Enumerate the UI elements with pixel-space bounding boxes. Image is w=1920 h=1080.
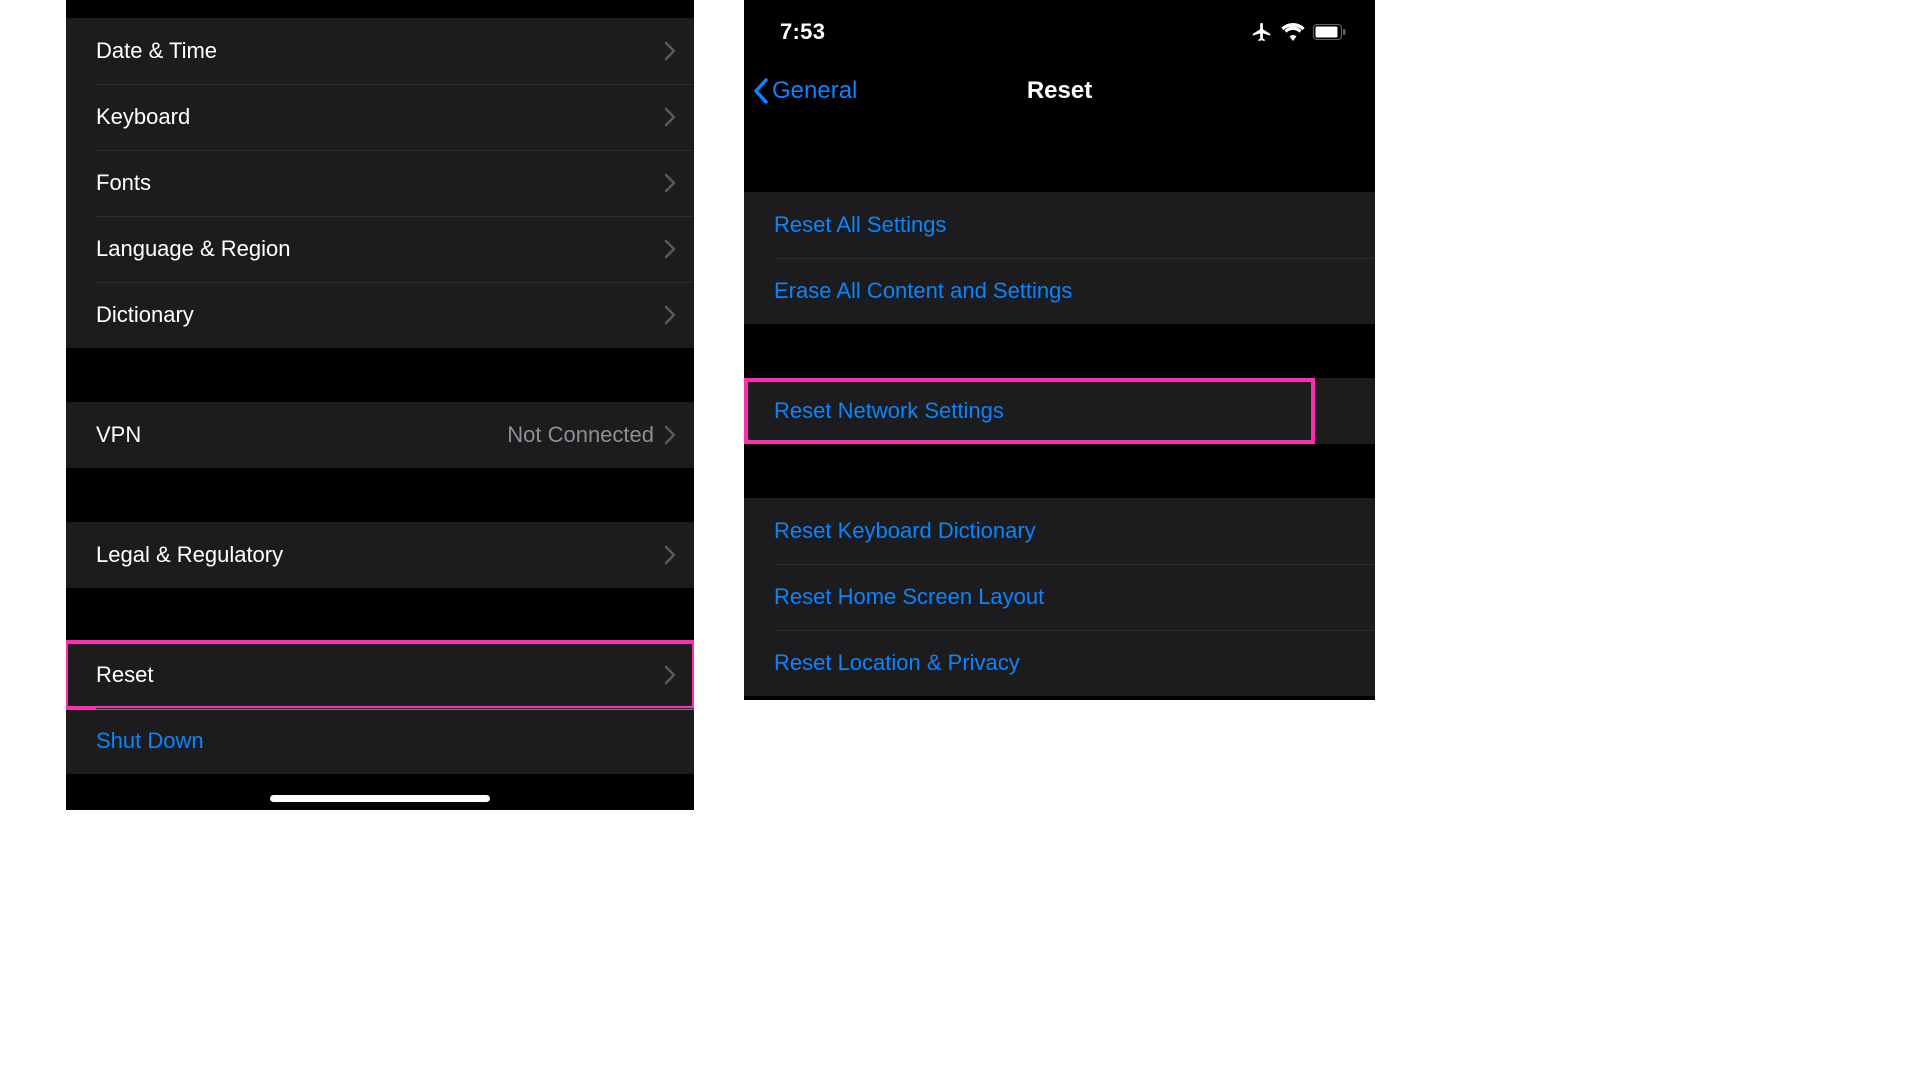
- row-label: Reset Location & Privacy: [774, 650, 1020, 676]
- chevron-right-icon: [664, 545, 676, 565]
- chevron-left-icon: [752, 77, 770, 105]
- phone-reset-settings: 7:53 General Reset Reset All Settings Er…: [744, 0, 1375, 700]
- row-label: Reset Network Settings: [774, 398, 1004, 424]
- chevron-right-icon: [664, 107, 676, 127]
- fonts-row[interactable]: Fonts: [66, 150, 694, 216]
- reset-top-section: Reset All Settings Erase All Content and…: [744, 192, 1375, 325]
- chevron-right-icon: [664, 665, 676, 685]
- row-label: Shut Down: [96, 728, 204, 754]
- reset-all-settings-row[interactable]: Reset All Settings: [744, 192, 1375, 258]
- date-time-row[interactable]: Date & Time: [66, 18, 694, 84]
- battery-icon: [1313, 24, 1347, 40]
- page-title: Reset: [1027, 77, 1092, 105]
- top-padding: [66, 0, 694, 18]
- reset-network-section: Reset Network Settings: [744, 378, 1375, 445]
- row-label: Date & Time: [96, 38, 217, 64]
- wifi-icon: [1281, 23, 1305, 41]
- reset-keyboard-dictionary-row[interactable]: Reset Keyboard Dictionary: [744, 498, 1375, 564]
- back-label: General: [772, 77, 857, 105]
- phone-general-settings: Date & Time Keyboard Fonts Language & Re…: [66, 0, 694, 810]
- shutdown-row[interactable]: Shut Down: [66, 708, 694, 774]
- reset-location-privacy-row[interactable]: Reset Location & Privacy: [744, 630, 1375, 696]
- reset-row[interactable]: Reset: [66, 642, 694, 708]
- dictionary-row[interactable]: Dictionary: [66, 282, 694, 348]
- row-label: Legal & Regulatory: [96, 542, 283, 568]
- reset-shutdown-section: Reset Shut Down: [66, 642, 694, 775]
- airplane-mode-icon: [1251, 21, 1273, 43]
- row-label: Reset: [96, 662, 153, 688]
- chevron-right-icon: [664, 239, 676, 259]
- chevron-right-icon: [664, 425, 676, 445]
- language-region-row[interactable]: Language & Region: [66, 216, 694, 282]
- section-gap: [744, 325, 1375, 378]
- back-button[interactable]: General: [752, 77, 857, 105]
- section-gap: [744, 130, 1375, 192]
- row-label: Dictionary: [96, 302, 194, 328]
- reset-bottom-section: Reset Keyboard Dictionary Reset Home Scr…: [744, 498, 1375, 697]
- section-gap: [66, 589, 694, 642]
- reset-network-settings-row[interactable]: Reset Network Settings: [744, 378, 1315, 444]
- vpn-row[interactable]: VPN Not Connected: [66, 402, 694, 468]
- vpn-status-value: Not Connected: [507, 422, 654, 448]
- row-label: Erase All Content and Settings: [774, 278, 1072, 304]
- status-icons: [1251, 21, 1347, 43]
- nav-bar: General Reset: [744, 58, 1375, 130]
- row-label: Reset Keyboard Dictionary: [774, 518, 1036, 544]
- reset-home-screen-row[interactable]: Reset Home Screen Layout: [744, 564, 1375, 630]
- row-label: Reset All Settings: [774, 212, 946, 238]
- keyboard-row[interactable]: Keyboard: [66, 84, 694, 150]
- status-time: 7:53: [780, 19, 825, 45]
- vpn-section: VPN Not Connected: [66, 402, 694, 469]
- chevron-right-icon: [664, 41, 676, 61]
- row-label: Fonts: [96, 170, 151, 196]
- row-label: Reset Home Screen Layout: [774, 584, 1044, 610]
- legal-section: Legal & Regulatory: [66, 522, 694, 589]
- status-bar: 7:53: [744, 0, 1375, 58]
- general-section: Date & Time Keyboard Fonts Language & Re…: [66, 18, 694, 349]
- row-label: Language & Region: [96, 236, 291, 262]
- legal-regulatory-row[interactable]: Legal & Regulatory: [66, 522, 694, 588]
- home-indicator[interactable]: [270, 795, 490, 802]
- chevron-right-icon: [664, 173, 676, 193]
- section-gap: [66, 469, 694, 522]
- section-gap: [66, 349, 694, 402]
- chevron-right-icon: [664, 305, 676, 325]
- section-gap: [744, 445, 1375, 498]
- erase-all-content-row[interactable]: Erase All Content and Settings: [744, 258, 1375, 324]
- row-label: Keyboard: [96, 104, 190, 130]
- row-label: VPN: [96, 422, 141, 448]
